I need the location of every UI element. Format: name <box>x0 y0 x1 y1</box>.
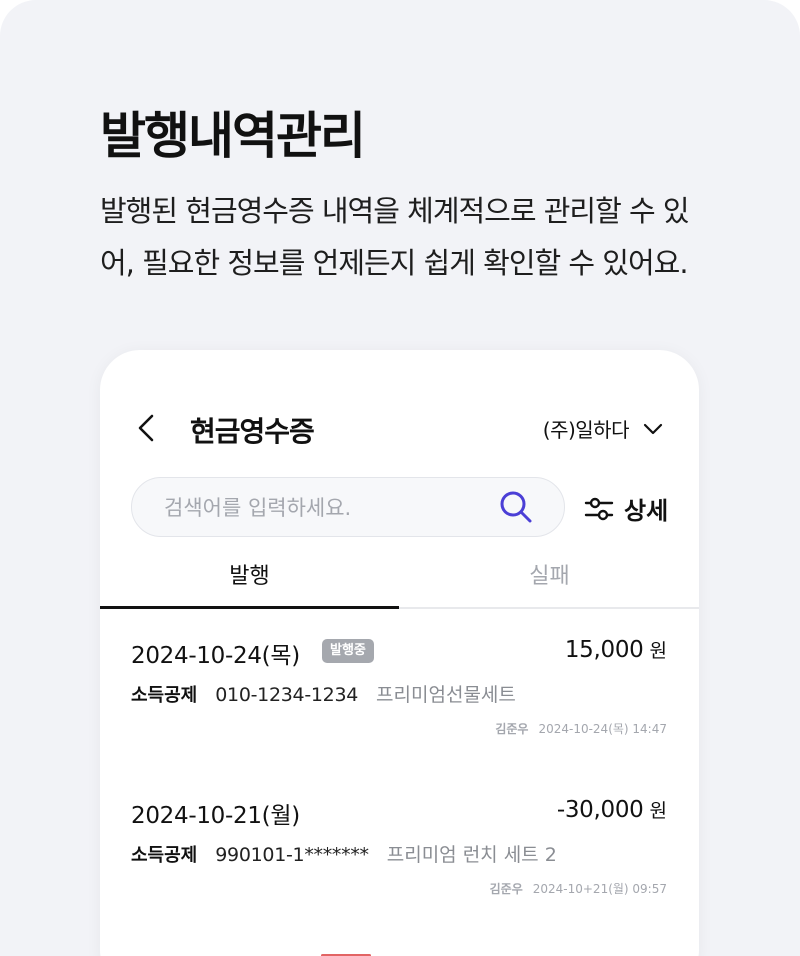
sliders-icon <box>584 497 614 520</box>
receipt-record[interactable]: 2024-10-24(목) 발행중 15,000 원 소득공제 010-1234… <box>131 636 667 746</box>
tab-bar: 발행 실패 <box>100 555 699 609</box>
amount-value: 15,000 <box>564 637 644 663</box>
back-button[interactable] <box>130 410 166 446</box>
record-meta: 김준우 2024-10-24(목) 14:47 <box>495 720 667 737</box>
status-badge: 발행중 <box>322 639 374 663</box>
tab-failed[interactable]: 실패 <box>400 555 699 607</box>
tab-issued[interactable]: 발행 <box>100 555 399 609</box>
record-details: 소득공제 010-1234-1234 프리미엄선물세트 <box>131 680 516 707</box>
company-name: (주)일하다 <box>542 418 630 442</box>
phone-mockup: 현금영수증 (주)일하다 상세 <box>100 350 699 956</box>
deduction-type: 소득공제 <box>131 685 198 706</box>
chevron-down-icon <box>643 423 663 434</box>
feature-description: 발행된 현금영수증 내역을 체계적으로 관리할 수 있어, 필요한 정보를 언제… <box>100 194 690 280</box>
record-details: 소득공제 990101-1******* 프리미엄 런치 세트 2 <box>131 840 557 867</box>
issuer-name: 김준우 <box>489 882 523 896</box>
detail-label: 상세 <box>624 497 669 525</box>
issuer-name: 김준우 <box>495 722 529 736</box>
issued-timestamp: 2024-10+21(월) 09:57 <box>532 882 667 896</box>
amount-unit: 원 <box>649 640 667 662</box>
identification-number: 010-1234-1234 <box>215 684 359 706</box>
company-select[interactable]: (주)일하다 <box>543 414 663 443</box>
deduction-type: 소득공제 <box>131 845 198 866</box>
product-name: 프리미엄선물세트 <box>376 684 516 706</box>
search-input[interactable] <box>162 492 486 524</box>
detail-filter-button[interactable]: 상세 <box>584 491 668 526</box>
search-icon <box>500 491 532 523</box>
record-date: 2024-10-24(목) <box>131 643 300 669</box>
receipt-record[interactable]: 2024-10-21(월) -30,000 원 소득공제 990101-1***… <box>131 796 667 906</box>
record-amount: -30,000 원 <box>557 796 667 823</box>
issued-timestamp: 2024-10-24(목) 14:47 <box>538 722 667 736</box>
amount-value: -30,000 <box>556 797 644 823</box>
feature-panel: 발행내역관리 발행된 현금영수증 내역을 체계적으로 관리할 수 있어, 필요한… <box>0 0 800 956</box>
product-name: 프리미엄 런치 세트 2 <box>386 844 557 866</box>
identification-number: 990101-1******* <box>215 844 369 866</box>
record-date: 2024-10-21(월) <box>131 803 300 829</box>
screen-title: 현금영수증 <box>190 415 315 448</box>
search-button[interactable] <box>498 489 534 525</box>
record-meta: 김준우 2024-10+21(월) 09:57 <box>490 880 667 897</box>
search-box <box>131 477 565 537</box>
record-amount: 15,000 원 <box>565 636 667 663</box>
feature-headline: 발행내역관리 <box>100 107 366 165</box>
chevron-left-icon <box>138 414 154 442</box>
amount-unit: 원 <box>649 800 667 822</box>
